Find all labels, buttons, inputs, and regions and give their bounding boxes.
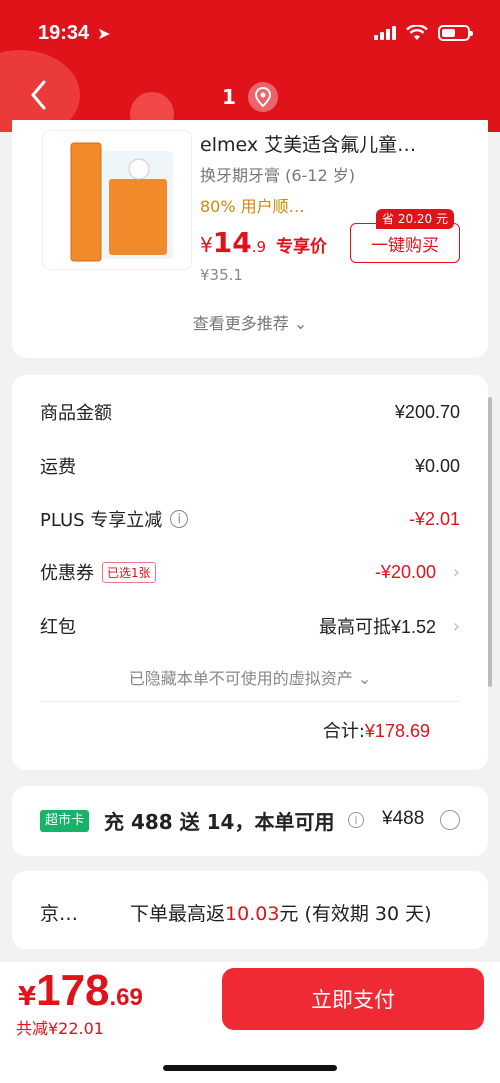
supermarket-card-radio[interactable]	[440, 810, 460, 830]
price-decimal: .9	[251, 238, 267, 256]
original-price: ¥35.1	[200, 266, 243, 284]
product-price: ¥ 14 .9 专享价	[200, 226, 327, 259]
rebate-amount: 10.03	[225, 903, 280, 925]
summary-value: -¥2.01	[408, 508, 460, 529]
cellular-signal-icon	[374, 26, 396, 40]
summary-row-plus: PLUS 专享立减 i -¥2.01	[40, 504, 460, 534]
price-symbol: ¥	[200, 233, 213, 257]
price-integer: 14	[212, 226, 252, 259]
checkout-price-symbol: ¥	[18, 982, 37, 1012]
nav-count: 1	[222, 85, 236, 109]
rebate-suffix: 元 (有效期 30 天)	[279, 903, 432, 925]
summary-label: 运费	[40, 457, 76, 478]
location-pin-icon[interactable]	[247, 82, 278, 112]
checkout-price-integer: 178	[36, 966, 110, 1015]
summary-label: 优惠券	[40, 563, 94, 584]
checkout-price: ¥ 178 .69	[18, 966, 143, 1016]
rebate-prefix: 下单最高返	[130, 903, 226, 925]
back-icon[interactable]	[30, 80, 52, 110]
hidden-assets-label: 已隐藏本单不可使用的虚拟资产	[128, 669, 353, 688]
info-icon[interactable]: i	[348, 812, 364, 828]
summary-row-goods: 商品金额 ¥200.70	[40, 397, 460, 427]
rebate-left-label: 京…	[40, 903, 79, 925]
total-value: ¥178.69	[364, 721, 430, 741]
home-indicator[interactable]	[163, 1065, 337, 1071]
price-label: 专享价	[276, 237, 328, 257]
supermarket-card-tag: 超市卡	[40, 810, 90, 832]
summary-row-coupon[interactable]: 优惠券 已选1张 -¥20.00 ›	[40, 557, 460, 587]
summary-row-redpacket[interactable]: 红包 最高可抵¥1.52 ›	[40, 611, 460, 641]
supermarket-card-offer[interactable]: 超市卡 充 488 送 14，本单可用 i ¥488	[12, 786, 488, 856]
nav-center: 1	[222, 82, 278, 112]
summary-value: ¥0.00	[414, 455, 460, 476]
supermarket-card-price: ¥488	[382, 808, 425, 829]
product-subtitle: 换牙期牙膏 (6-12 岁)	[200, 166, 355, 185]
summary-value: -¥20.00	[374, 561, 436, 582]
more-recommend-label: 查看更多推荐	[192, 314, 289, 333]
location-arrow-icon: ➤	[97, 23, 111, 43]
summary-label-wrap: PLUS 专享立减 i	[40, 506, 189, 532]
supermarket-card-text: 充 488 送 14，本单可用	[104, 810, 335, 834]
one-click-buy-button[interactable]: 一键购买	[350, 223, 460, 263]
total-label: 合计:	[322, 721, 365, 742]
order-summary-card: 商品金额 ¥200.70 运费 ¥0.00 PLUS 专享立减 i -¥2.01…	[12, 375, 492, 770]
scrollbar[interactable]	[488, 397, 492, 687]
info-icon[interactable]: i	[170, 510, 189, 528]
pay-now-button[interactable]: 立即支付	[222, 968, 484, 1030]
product-recommend-card: elmex 艾美适含氟儿童… 换牙期牙膏 (6-12 岁) 80% 用户顺… ¥…	[12, 120, 488, 358]
summary-value: ¥200.70	[394, 401, 460, 422]
summary-label: PLUS 专享立减	[40, 510, 163, 531]
status-bar: 19:34 ➤	[38, 18, 473, 48]
order-total: 合计: ¥178.69	[323, 717, 430, 743]
chevron-right-icon: ›	[452, 615, 460, 637]
summary-label: 商品金额	[40, 403, 112, 424]
top-header: 19:34 ➤ 1	[0, 0, 500, 132]
rebate-card[interactable]: 京… 下单最高返10.03元 (有效期 30 天)	[12, 871, 488, 949]
product-title[interactable]: elmex 艾美适含氟儿童…	[200, 130, 416, 157]
summary-row-shipping: 运费 ¥0.00	[40, 451, 460, 481]
rebate-text: 下单最高返10.03元 (有效期 30 天)	[130, 899, 432, 926]
chevron-down-icon: ⌄	[357, 669, 372, 688]
chevron-down-icon: ⌄	[293, 314, 308, 333]
product-image[interactable]	[42, 130, 192, 270]
checkout-bar: ¥ 178 .69 共减¥22.01 立即支付	[0, 962, 500, 1083]
divider	[40, 701, 460, 702]
summary-value: 最高可抵¥1.52	[318, 617, 436, 637]
wifi-icon	[406, 25, 428, 40]
summary-label: 红包	[40, 617, 76, 638]
summary-label-wrap: 优惠券 已选1张	[40, 559, 156, 585]
total-saved: 共减¥22.01	[16, 1019, 104, 1038]
hidden-assets-toggle[interactable]: 已隐藏本单不可使用的虚拟资产 ⌄	[12, 665, 488, 689]
checkout-price-decimal: .69	[109, 984, 143, 1011]
save-badge: 省 20.20 元	[376, 209, 454, 229]
status-time: 19:34	[38, 21, 90, 44]
chevron-right-icon: ›	[452, 561, 460, 583]
product-tag: 80% 用户顺…	[200, 197, 305, 216]
coupon-selected-chip: 已选1张	[102, 561, 156, 583]
battery-icon	[438, 25, 473, 41]
more-recommend-link[interactable]: 查看更多推荐 ⌄	[12, 310, 488, 334]
